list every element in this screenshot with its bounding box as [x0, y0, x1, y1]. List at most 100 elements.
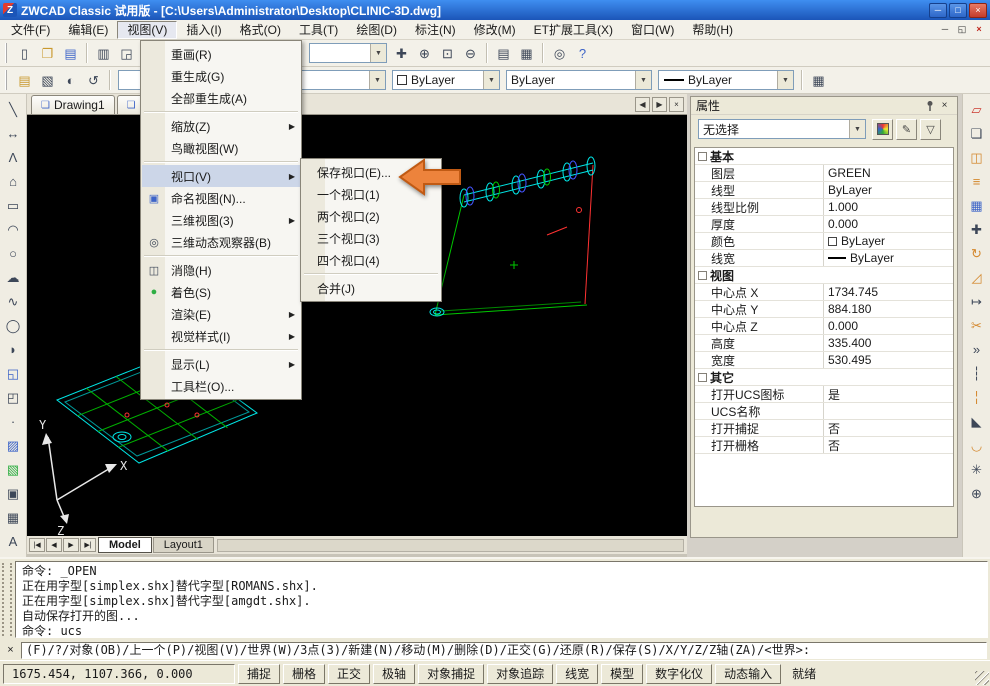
print-preview-button[interactable]: ◲	[115, 42, 138, 65]
menu-viewports[interactable]: 视口(V)	[142, 165, 300, 187]
command-input[interactable]: (F)/?/对象(OB)/上一个(P)/视图(V)/世界(W)/3点(3)/新建…	[21, 642, 987, 659]
zoom-realtime-button[interactable]: ⊕	[413, 42, 436, 65]
menu-view[interactable]: 视图(V)	[117, 21, 177, 39]
circle-tool[interactable]: ○	[1, 241, 25, 265]
menu-draw[interactable]: 绘图(D)	[347, 21, 406, 39]
mdi-close-button[interactable]: ×	[971, 22, 987, 36]
doc-tab-drawing1[interactable]: ❏ Drawing1	[31, 95, 115, 114]
menu-help[interactable]: 帮助(H)	[683, 21, 742, 39]
plot-button[interactable]: ▥	[92, 42, 115, 65]
construction-line-tool[interactable]: ↔	[1, 121, 25, 145]
model-toggle[interactable]: 模型	[601, 664, 643, 684]
design-center-button[interactable]: ▦	[515, 42, 538, 65]
menu-join-viewports[interactable]: 合并(J)	[302, 277, 440, 299]
menu-dimension[interactable]: 标注(N)	[406, 21, 465, 39]
mtext-tool[interactable]: A	[1, 529, 25, 553]
lineweight-dropdown[interactable]: ByLayer ▼	[658, 70, 794, 90]
minimize-button[interactable]: ─	[929, 3, 947, 18]
join-tool[interactable]: ⊕	[965, 481, 989, 505]
spline-tool[interactable]: ∿	[1, 289, 25, 313]
last-layout-button[interactable]: ▶|	[80, 538, 96, 552]
prop-center-y[interactable]: 中心点 Y 884.180	[695, 301, 953, 318]
group-other[interactable]: 其它	[695, 369, 953, 386]
close-button[interactable]: ×	[969, 3, 987, 18]
tablet-toggle[interactable]: 数字化仪	[646, 664, 712, 684]
menu-hide[interactable]: ◫ 消隐(H)	[142, 259, 300, 281]
menu-three-viewports[interactable]: 三个视口(3)	[302, 227, 440, 249]
prop-snap-on[interactable]: 打开捕捉 否	[695, 420, 953, 437]
maximize-button[interactable]: □	[949, 3, 967, 18]
menu-aerial-view[interactable]: 鸟瞰视图(W)	[142, 137, 300, 159]
save-file-button[interactable]: ▤	[59, 42, 82, 65]
ellipse-arc-tool[interactable]: ◗	[1, 337, 25, 361]
menu-toolbars[interactable]: 工具栏(O)...	[142, 375, 300, 397]
prop-linetype-scale[interactable]: 线型比例 1.000	[695, 199, 953, 216]
menu-regen[interactable]: 重生成(G)	[142, 65, 300, 87]
help-button[interactable]: ?	[571, 42, 594, 65]
gradient-tool[interactable]: ▧	[1, 457, 25, 481]
open-file-button[interactable]: ❐	[36, 42, 59, 65]
plot-style-button[interactable]: ▦	[807, 69, 830, 92]
otrack-toggle[interactable]: 对象追踪	[487, 664, 553, 684]
prop-ucs-name[interactable]: UCS名称	[695, 403, 953, 420]
array-tool[interactable]: ▦	[965, 193, 989, 217]
mirror-tool[interactable]: ◫	[965, 145, 989, 169]
resize-grip[interactable]	[975, 671, 989, 685]
prop-color[interactable]: 颜色 ByLayer	[695, 233, 953, 250]
menu-3d-orbit[interactable]: ◎ 三维动态观察器(B)	[142, 231, 300, 253]
polygon-tool[interactable]: ⌂	[1, 169, 25, 193]
selection-dropdown[interactable]: 无选择 ▼	[698, 119, 866, 139]
menu-window[interactable]: 窗口(W)	[622, 21, 683, 39]
menu-shade[interactable]: ● 着色(S)	[142, 281, 300, 303]
lineweight-toggle[interactable]: 线宽	[556, 664, 598, 684]
polyline-tool[interactable]: Λ	[1, 145, 25, 169]
prev-layout-button[interactable]: ◀	[46, 538, 62, 552]
prop-center-z[interactable]: 中心点 Z 0.000	[695, 318, 953, 335]
menu-tools[interactable]: 工具(T)	[290, 21, 347, 39]
collapse-icon[interactable]	[698, 271, 707, 280]
menu-two-viewports[interactable]: 两个视口(2)	[302, 205, 440, 227]
prop-thickness[interactable]: 厚度 0.000	[695, 216, 953, 233]
command-window-grip[interactable]	[2, 563, 12, 636]
pin-icon[interactable]	[922, 99, 937, 113]
menu-named-views[interactable]: ▣ 命名视图(N)...	[142, 187, 300, 209]
next-layout-button[interactable]: ▶	[63, 538, 79, 552]
chevron-down-icon[interactable]: ▼	[369, 71, 385, 89]
prop-center-x[interactable]: 中心点 X 1734.745	[695, 284, 953, 301]
close-icon[interactable]: ×	[937, 99, 952, 113]
menu-3d-views[interactable]: 三维视图(3)	[142, 209, 300, 231]
menu-format[interactable]: 格式(O)	[231, 21, 290, 39]
next-doc-tab-button[interactable]: ▶	[652, 97, 667, 112]
rectangle-tool[interactable]: ▭	[1, 193, 25, 217]
toggle-pickadd-button[interactable]	[872, 119, 893, 140]
select-objects-button[interactable]: ✎	[896, 119, 917, 140]
toolbar-grip[interactable]	[5, 70, 10, 90]
fillet-tool[interactable]: ◡	[965, 433, 989, 457]
make-block-tool[interactable]: ◰	[1, 385, 25, 409]
model-tab[interactable]: Model	[98, 537, 152, 553]
new-file-button[interactable]: ▯	[13, 42, 36, 65]
table-tool[interactable]: ▦	[1, 505, 25, 529]
offset-tool[interactable]: ≡	[965, 169, 989, 193]
layer-properties-button[interactable]: ▤	[13, 69, 36, 92]
menu-regen-all[interactable]: 全部重生成(A)	[142, 87, 300, 109]
menu-edit[interactable]: 编辑(E)	[59, 21, 117, 39]
rotate-tool[interactable]: ↻	[965, 241, 989, 265]
copy-tool[interactable]: ❏	[965, 121, 989, 145]
chamfer-tool[interactable]: ◣	[965, 409, 989, 433]
menu-redraw[interactable]: 重画(R)	[142, 43, 300, 65]
menu-zoom[interactable]: 缩放(Z)	[142, 115, 300, 137]
prev-doc-tab-button[interactable]: ◀	[635, 97, 650, 112]
pan-button[interactable]: ✚	[390, 42, 413, 65]
insert-block-tool[interactable]: ◱	[1, 361, 25, 385]
toolbar-grip[interactable]	[5, 43, 10, 63]
linetype-dropdown[interactable]: ByLayer ▼	[506, 70, 652, 90]
dyn-input-toggle[interactable]: 动态输入	[715, 664, 781, 684]
style-dropdown[interactable]: ▼	[309, 43, 387, 63]
move-tool[interactable]: ✚	[965, 217, 989, 241]
revision-cloud-tool[interactable]: ☁	[1, 265, 25, 289]
layer-previous-button[interactable]: ↺	[82, 69, 105, 92]
collapse-icon[interactable]	[698, 373, 707, 382]
menu-visual-styles[interactable]: 视觉样式(I)	[142, 325, 300, 347]
prop-linetype[interactable]: 线型 ByLayer	[695, 182, 953, 199]
